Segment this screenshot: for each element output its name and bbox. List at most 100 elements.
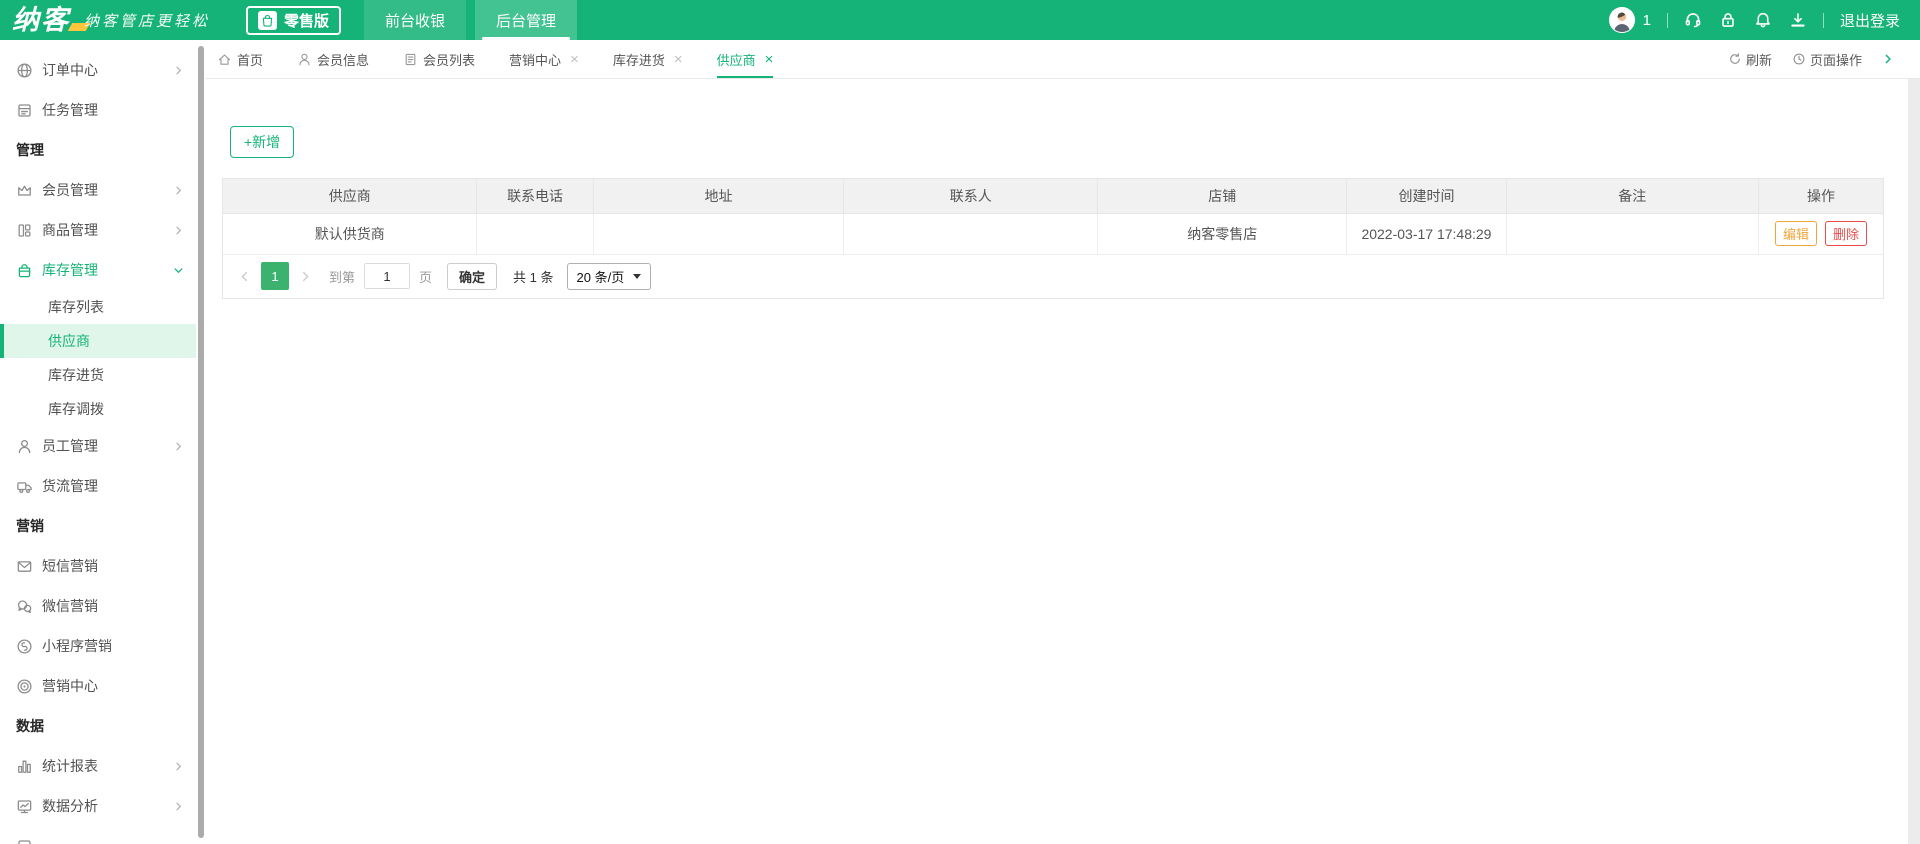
user-avatar[interactable] [1608,7,1635,33]
chevron-down-icon [173,265,184,276]
download-icon[interactable] [1789,11,1807,29]
confirm-page-button[interactable]: 确定 [447,262,498,290]
caret-down-icon [633,273,642,279]
page-scrollbar[interactable] [1908,79,1920,844]
tab-0[interactable]: 首页 [217,40,263,78]
column-header-1: 联系电话 [476,179,594,214]
logo-slogan: 纳客管店更轻松 [84,11,211,30]
barchart-icon [16,758,33,775]
column-header-4: 店铺 [1097,179,1348,214]
service-icon[interactable] [1684,11,1702,29]
edition-button[interactable]: 零售版 [246,5,342,35]
open-tabs: 首页 会员信息 会员列表 营销中心 × 库存进货 × 供应商 × [217,40,807,78]
total-count-label: 共 1 条 [513,269,554,285]
goto-suffix-label: 页 [419,269,433,285]
tab-actions: 刷新 页面操作 [1728,50,1894,69]
column-header-6: 备注 [1506,179,1759,214]
sidebar-item-label: 会员管理 [42,182,98,198]
table-header-row: 供应商 联系电话 地址 联系人 店铺 创建时间 备注 操作 [223,179,1883,214]
sidebar-item-11[interactable]: 货流管理 [0,466,196,506]
edit-button[interactable]: 编辑 [1774,221,1817,246]
sidebar-item-1[interactable]: 任务管理 [0,90,196,130]
refresh-button[interactable]: 刷新 [1728,50,1772,69]
supplier-table-container: 供应商 联系电话 地址 联系人 店铺 创建时间 备注 操作 默认供货商 纳客零售店 2022-03… [222,178,1884,299]
sidebar-item-16[interactable]: 营销中心 [0,666,196,706]
cell-4: 纳客零售店 [1097,213,1348,255]
header-divider [1666,12,1668,28]
globe-icon [16,62,33,79]
sidebar-item-5[interactable]: 库存管理 [0,250,196,290]
logout-button[interactable]: 退出登录 [1840,10,1900,31]
delete-button[interactable]: 删除 [1824,221,1867,246]
sidebar-item-label: 商品管理 [42,222,98,238]
tab-3[interactable]: 营销中心 × [509,40,579,78]
sidebar-item-label: 短信营销 [42,558,98,574]
sidebar-subitem-9[interactable]: 库存调拨 [0,392,196,426]
chevron-right-icon [173,441,184,452]
sidebar-section-label: 数据 [16,718,44,734]
sidebar-subitem-6[interactable]: 库存列表 [0,290,196,324]
sidebar-subitem-8[interactable]: 库存进货 [0,358,196,392]
close-icon[interactable]: × [674,52,683,67]
target-icon [16,678,33,695]
sidebar-item-label: 任务管理 [42,102,98,118]
tab-4[interactable]: 库存进货 × [613,40,683,78]
add-supplier-button[interactable]: +新增 [230,126,295,158]
goto-page-input[interactable] [364,263,411,289]
sidebar-item-10[interactable]: 员工管理 [0,426,196,466]
sidebar-item-label: 货流管理 [42,478,98,494]
tab-label: 供应商 [716,52,756,68]
refresh-label: 刷新 [1745,52,1772,68]
page-actions-button[interactable]: 页面操作 [1792,50,1862,69]
bell-icon[interactable] [1754,11,1772,29]
sidebar-item-4[interactable]: 商品管理 [0,210,196,250]
app-shell: 订单中心 任务管理 管理 会员管理 商品管理 库存管理 库存列表 供应商 库存进货 库存调拨 员工管… [0,40,1920,844]
sidebar-item-0[interactable]: 订单中心 [0,50,196,90]
nav-backend-management[interactable]: 后台管理 [475,0,578,40]
sidebar-item-13[interactable]: 短信营销 [0,546,196,586]
sidebar-subitem-label: 库存列表 [48,299,104,315]
chevron-right-icon [173,801,184,812]
sidebar: 订单中心 任务管理 管理 会员管理 商品管理 库存管理 库存列表 供应商 库存进货 库存调拨 员工管… [0,40,196,844]
edition-label: 零售版 [284,12,330,30]
app-logo[interactable]: 纳客 [12,4,91,35]
page-operations-icon [1792,52,1806,66]
cell-6 [1506,213,1759,255]
cell-actions: 编辑 删除 [1758,213,1883,255]
sidebar-item-14[interactable]: 微信营销 [0,586,196,626]
main-area: 首页 会员信息 会员列表 营销中心 × 库存进货 × 供应商 × 刷新 页面操作 +新增 [206,40,1920,844]
sidebar-item-19[interactable]: 数据分析 [0,786,196,826]
tab-label: 营销中心 [509,52,562,68]
sidebar-item-20[interactable] [0,826,196,844]
next-page-button[interactable] [299,270,312,283]
sidebar-scrollbar[interactable] [196,40,206,844]
tab-5[interactable]: 供应商 × [716,40,774,78]
close-icon[interactable]: × [765,52,774,67]
sidebar-item-3[interactable]: 会员管理 [0,170,196,210]
bag-icon [258,10,278,30]
refresh-icon [1728,52,1742,66]
tab-label: 会员列表 [423,52,476,68]
tab-2[interactable]: 会员列表 [403,40,475,78]
sidebar-item-15[interactable]: 小程序营销 [0,626,196,666]
page-size-select[interactable]: 20 条/页 [566,262,652,290]
sidebar-item-label: 微信营销 [42,598,98,614]
sidebar-section-label: 营销 [16,518,44,534]
sidebar-subitem-7[interactable]: 供应商 [0,324,196,358]
tab-bar: 首页 会员信息 会员列表 营销中心 × 库存进货 × 供应商 × 刷新 页面操作 [206,40,1920,79]
sidebar-item-label: 员工管理 [42,438,98,454]
close-icon[interactable]: × [570,52,579,67]
sidebar-subitem-label: 供应商 [48,333,90,349]
prev-page-button[interactable] [238,270,251,283]
sidebar-subitem-label: 库存调拨 [48,401,104,417]
tab-actions-expand-chevron[interactable] [1882,53,1894,65]
tab-label: 库存进货 [612,52,665,68]
nav-frontdesk-cashier[interactable]: 前台收银 [364,0,467,40]
sidebar-item-18[interactable]: 统计报表 [0,746,196,786]
lock-icon[interactable] [1719,11,1737,29]
user-badge-count: 1 [1642,11,1651,29]
logo-text: 纳客 [12,4,70,35]
tab-1[interactable]: 会员信息 [297,40,369,78]
column-header-3: 联系人 [843,179,1099,214]
current-page-button[interactable]: 1 [261,262,289,290]
